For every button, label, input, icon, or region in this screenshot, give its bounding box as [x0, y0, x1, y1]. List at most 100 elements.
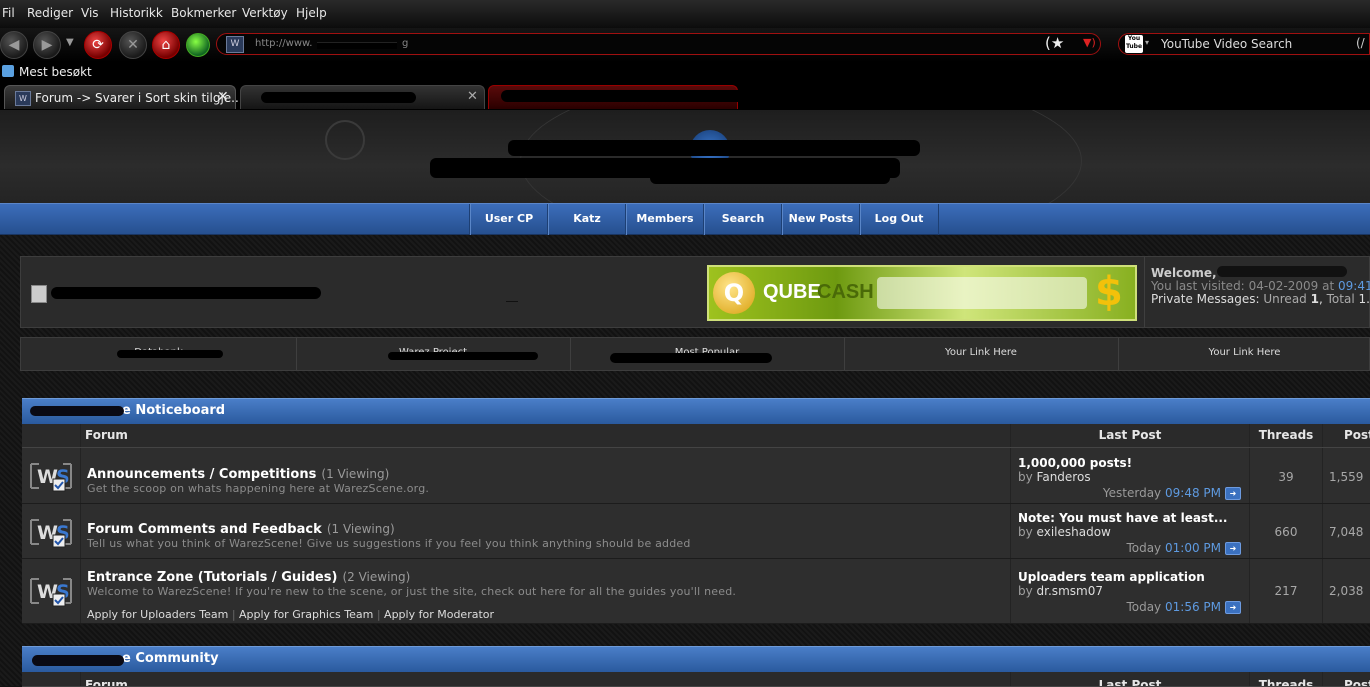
forum-title-link[interactable]: Announcements / Competitions — [87, 467, 316, 482]
tab-close-icon[interactable]: ✕ — [467, 89, 478, 104]
forum-viewing: (1 Viewing) — [326, 522, 395, 536]
search-placeholder: YouTube Video Search — [1161, 37, 1293, 51]
bookmark-mest-besokt[interactable]: Mest besøkt — [19, 65, 92, 79]
link-apply-uploaders[interactable]: Apply for Uploaders Team — [87, 608, 228, 621]
qubecash-coin-icon: Q — [713, 272, 755, 314]
search-go-icon[interactable]: (/ — [1356, 36, 1365, 50]
link-apply-graphics[interactable]: Apply for Graphics Team — [239, 608, 373, 621]
tab-favicon: W — [15, 91, 31, 106]
forward-icon[interactable]: ▶ — [33, 31, 61, 59]
forum-status-icon: WS — [29, 516, 73, 548]
qubecash-banner[interactable]: Q QUBE CASH $ — [707, 265, 1137, 321]
banner-brand-cash: CASH — [817, 281, 874, 303]
category-community[interactable]: e Community — [22, 646, 1370, 672]
thread-count: 660 — [1249, 504, 1322, 558]
category-noticeboard[interactable]: e Noticeboard — [22, 398, 1370, 424]
private-messages[interactable]: Private Messages: Unread 1, Total 1. — [1151, 292, 1370, 306]
goto-last-post-icon[interactable]: ➜ — [1225, 542, 1241, 555]
forum-description: Get the scoop on whats happening here at… — [87, 482, 430, 495]
header-forum: Forum — [80, 424, 1010, 447]
category-redaction — [30, 406, 124, 416]
welcome-label: Welcome, — [1151, 266, 1217, 280]
site-nav-strip: User CP Katz Members Search New Posts Lo… — [0, 203, 1370, 235]
link-redaction — [117, 350, 223, 358]
reload-icon[interactable]: ⟳ — [84, 31, 112, 59]
last-post-cell: Uploaders team application by dr.smsm07 … — [1010, 559, 1249, 623]
forum-status-icon: WS — [29, 460, 73, 492]
forum-row: WS Entrance Zone (Tutorials / Guides) (2… — [22, 559, 1370, 624]
bookmark-icon — [2, 65, 14, 77]
menu-rediger[interactable]: Rediger — [27, 6, 73, 20]
link-redaction — [610, 353, 772, 363]
panel-divider — [1144, 257, 1145, 327]
history-dropdown-icon[interactable]: ▼ — [66, 37, 74, 48]
breadcrumb-line — [506, 301, 518, 302]
url-dropdown-icon[interactable]: ▼) — [1083, 36, 1096, 49]
tab-redaction — [261, 92, 416, 103]
link-your-link-2[interactable]: Your Link Here — [1118, 338, 1370, 370]
menu-historikk[interactable]: Historikk — [110, 6, 163, 20]
last-post-title[interactable]: 1,000,000 posts! — [1018, 456, 1249, 470]
goto-last-post-icon[interactable]: ➜ — [1225, 601, 1241, 614]
link-most-popular[interactable]: Most Popular — [570, 338, 845, 370]
url-suffix: g — [402, 38, 409, 49]
addon-icon[interactable] — [186, 33, 210, 57]
goto-last-post-icon[interactable]: ➜ — [1225, 487, 1241, 500]
header-threads: Threads — [1249, 672, 1322, 686]
link-warez-project[interactable]: Warez Project — [296, 338, 571, 370]
tab-redacted-2[interactable] — [488, 85, 761, 109]
header-posts: Posts — [1322, 424, 1370, 447]
youtube-logo-icon: You Tube — [1125, 35, 1143, 53]
link-your-link-1[interactable]: Your Link Here — [844, 338, 1119, 370]
category-redaction — [32, 655, 124, 666]
menu-fil[interactable]: Fil — [2, 6, 15, 20]
url-prefix: http://www. — [255, 38, 313, 49]
header-icon-col — [22, 672, 80, 686]
url-redaction — [317, 42, 397, 49]
tab-close-icon[interactable]: ✕ — [217, 89, 229, 105]
nav-members[interactable]: Members — [625, 204, 704, 235]
last-post-title[interactable]: Note: You must have at least... — [1018, 511, 1249, 525]
home-icon[interactable]: ⌂ — [152, 31, 180, 59]
search-bar[interactable]: You Tube ▾ YouTube Video Search — [1118, 33, 1370, 55]
stop-icon[interactable]: ✕ — [119, 31, 147, 59]
url-bar[interactable]: W http://www. g (★ ▼) — [216, 33, 1101, 55]
thread-count: 39 — [1249, 448, 1322, 503]
nav-katz[interactable]: Katz — [547, 204, 626, 235]
star-icon[interactable]: (★ — [1045, 34, 1064, 52]
site-favicon: W — [226, 36, 244, 53]
header-threads: Threads — [1249, 424, 1322, 447]
username-redaction — [1217, 266, 1347, 277]
menu-verktoy[interactable]: Verktøy — [242, 6, 288, 20]
forum-info-cell: Announcements / Competitions (1 Viewing)… — [80, 448, 1010, 503]
navigation-toolbar: ◀ ▶ ▼ ⟳ ✕ ⌂ W http://www. g (★ ▼) You Tu… — [0, 28, 1370, 62]
link-apply-moderator[interactable]: Apply for Moderator — [384, 608, 494, 621]
header-icon-col — [22, 424, 80, 447]
search-engine-dropdown-icon[interactable]: ▾ — [1145, 38, 1149, 47]
nav-new-posts[interactable]: New Posts — [781, 204, 860, 235]
last-visited: You last visited: 04-02-2009 at 09:41 — [1151, 279, 1370, 293]
menu-hjelp[interactable]: Hjelp — [296, 6, 327, 20]
nav-search[interactable]: Search — [703, 204, 782, 235]
last-post-user[interactable]: dr.smsm07 — [1037, 584, 1103, 598]
tab-forum[interactable]: W Forum -> Svarer i Sort skin tilgje... … — [4, 85, 243, 109]
link-databank[interactable]: Databank — [21, 338, 297, 370]
forum-row: WS Forum Comments and Feedback (1 Viewin… — [22, 504, 1370, 559]
header-arc-decoration — [520, 110, 1082, 203]
last-post-title[interactable]: Uploaders team application — [1018, 570, 1249, 584]
menu-vis[interactable]: Vis — [81, 6, 99, 20]
forum-description: Welcome to WarezScene! If you're new to … — [87, 585, 737, 598]
forum-title-link[interactable]: Entrance Zone (Tutorials / Guides) — [87, 570, 337, 585]
last-post-user[interactable]: Fanderos — [1037, 470, 1091, 484]
nav-user-cp[interactable]: User CP — [469, 204, 548, 235]
menu-bokmerker[interactable]: Bokmerker — [171, 6, 236, 20]
tab-redacted-1[interactable]: ✕ — [240, 85, 485, 109]
nav-log-out[interactable]: Log Out — [859, 204, 939, 235]
back-icon[interactable]: ◀ — [0, 31, 28, 59]
subforum-links: Apply for Uploaders Team | Apply for Gra… — [87, 608, 495, 621]
link-bar: Databank Warez Project Most Popular Your… — [20, 337, 1370, 371]
last-post-cell: Note: You must have at least... by exile… — [1010, 504, 1249, 558]
last-post-user[interactable]: exileshadow — [1037, 525, 1111, 539]
forum-title-link[interactable]: Forum Comments and Feedback — [87, 522, 322, 537]
header-swirl-decoration — [325, 120, 365, 160]
